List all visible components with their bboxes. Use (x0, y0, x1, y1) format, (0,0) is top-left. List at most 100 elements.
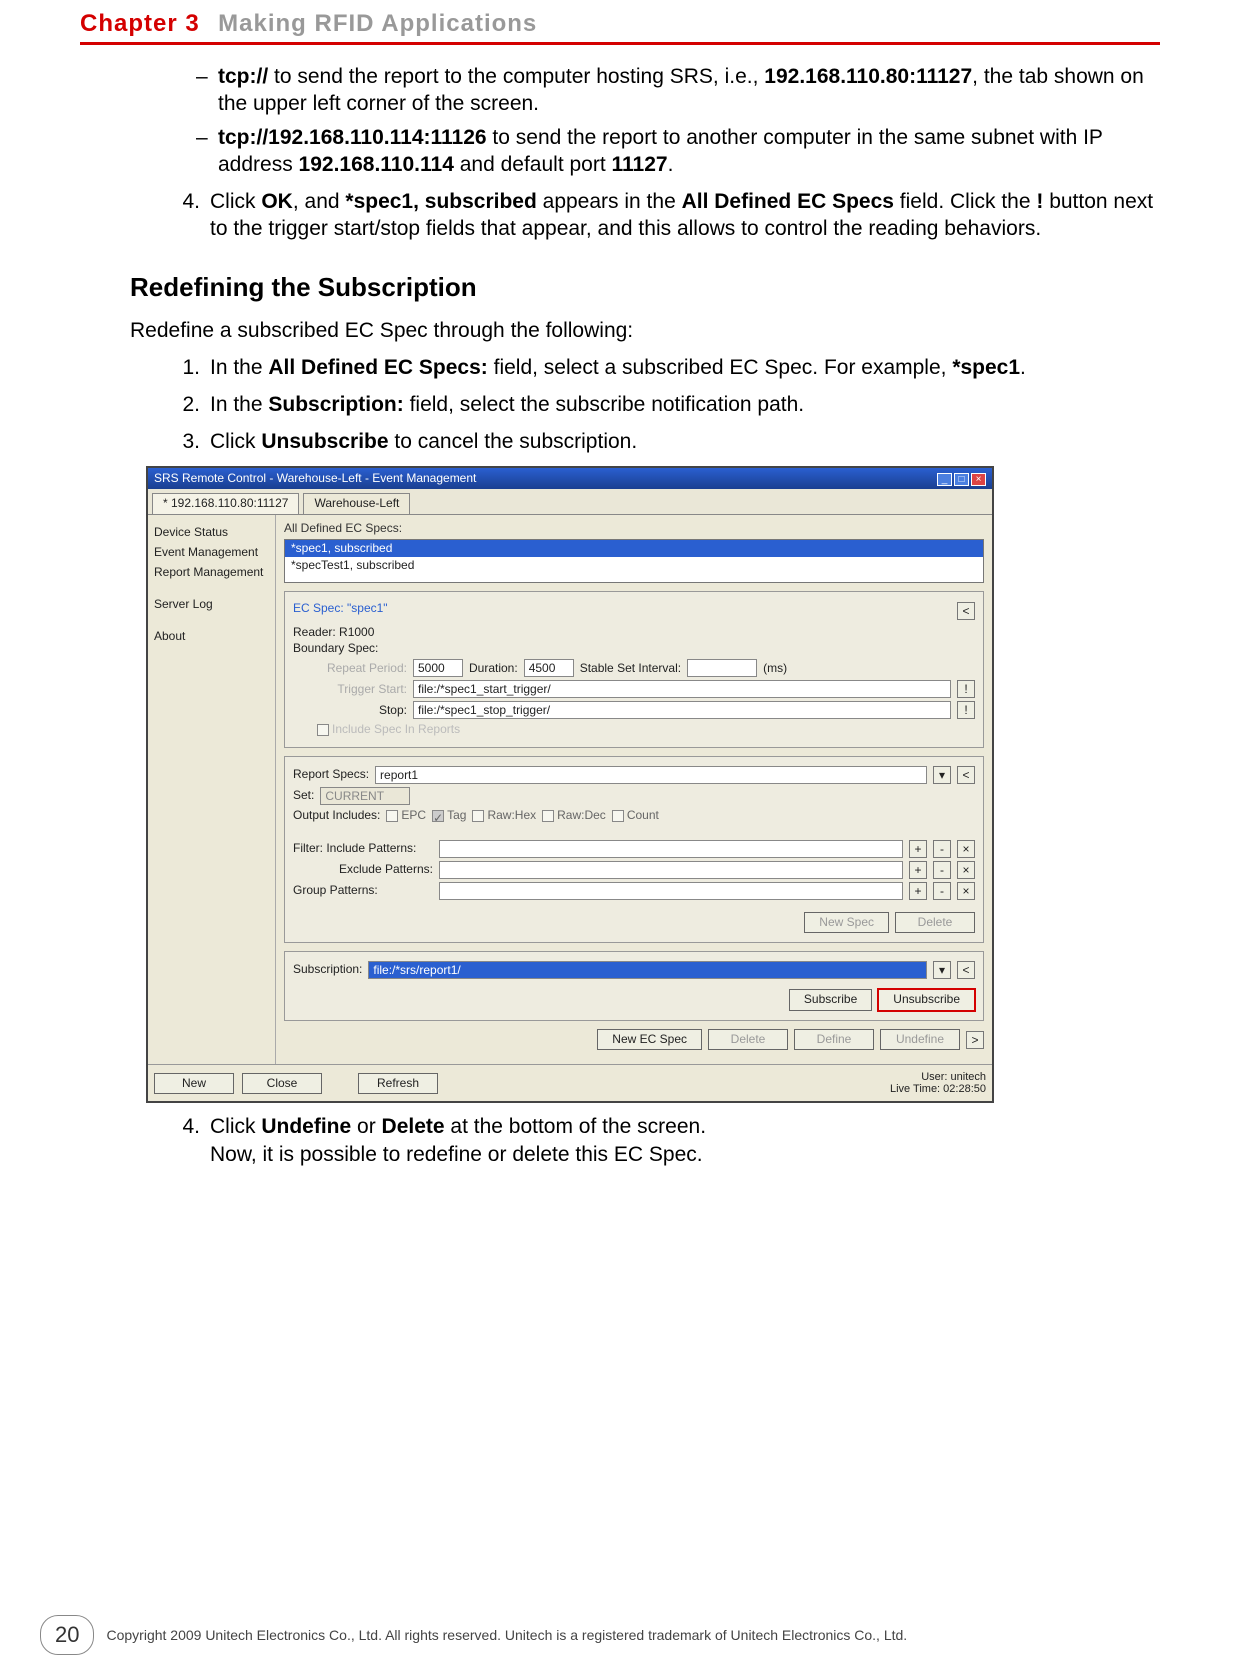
step-number: 1. (170, 354, 210, 381)
define-button[interactable]: Define (794, 1029, 874, 1051)
new-ec-spec-button[interactable]: New EC Spec (597, 1029, 702, 1051)
plus-icon[interactable]: + (909, 840, 927, 858)
close-icon[interactable]: × (957, 840, 975, 858)
subscription-label: Subscription: (293, 962, 362, 978)
trigger-start-input[interactable]: file:/*spec1_start_trigger/ (413, 680, 951, 698)
stop-input[interactable]: file:/*spec1_stop_trigger/ (413, 701, 951, 719)
list-item: 4. Click Undefine or Delete at the botto… (170, 1113, 1160, 1168)
minus-icon[interactable]: - (933, 861, 951, 879)
screenshot: SRS Remote Control - Warehouse-Left - Ev… (146, 466, 994, 1104)
copyright: Copyright 2009 Unitech Electronics Co., … (106, 1627, 907, 1643)
delete-mini-button[interactable]: Delete (895, 912, 975, 934)
sidebar: Device Status Event Management Report Ma… (148, 515, 276, 1064)
chapter-header: Chapter 3 Making RFID Applications (80, 10, 1160, 45)
expand-icon[interactable]: > (966, 1031, 984, 1049)
filter-include-input[interactable] (439, 840, 903, 858)
window-buttons: _□× (935, 471, 986, 487)
text: tcp://192.168.110.114:11126 (218, 126, 487, 149)
text: or (351, 1115, 381, 1138)
trigger-start-action-icon[interactable]: ! (957, 680, 975, 698)
text: In the (210, 393, 268, 416)
close-button[interactable]: Close (242, 1073, 322, 1095)
group-patterns-input[interactable] (439, 882, 903, 900)
ms-label: (ms) (763, 661, 787, 677)
live-time-label: Live Time: 02:28:50 (890, 1083, 986, 1095)
titlebar: SRS Remote Control - Warehouse-Left - Ev… (148, 468, 992, 490)
list-item: 4. Click OK, and *spec1, subscribed appe… (170, 188, 1160, 243)
text: tcp:// (218, 65, 268, 88)
chk-epc[interactable]: EPC (386, 808, 426, 824)
step-number: 3. (170, 428, 210, 455)
text: 192.168.110.80:11127 (764, 65, 972, 88)
list-item: 3. Click Unsubscribe to cancel the subsc… (170, 428, 1160, 455)
text: Unsubscribe (261, 430, 388, 453)
section-heading: Redefining the Subscription (130, 271, 1160, 305)
close-icon[interactable]: × (957, 882, 975, 900)
stable-input[interactable] (687, 659, 757, 677)
all-defined-ec-specs-label: All Defined EC Specs: (284, 521, 984, 537)
sidebar-item-device-status[interactable]: Device Status (154, 523, 269, 541)
list-row-selected[interactable]: *spec1, subscribed (285, 540, 983, 558)
text: *spec1, subscribed (345, 190, 536, 213)
list-item: 1. In the All Defined EC Specs: field, s… (170, 354, 1160, 381)
group-patterns-label: Group Patterns: (293, 883, 433, 899)
text: In the (210, 356, 268, 379)
chevron-down-icon[interactable]: ▾ (933, 961, 951, 979)
collapse-icon[interactable]: < (957, 961, 975, 979)
tab-connection[interactable]: * 192.168.110.80:11127 (152, 493, 299, 514)
new-spec-button[interactable]: New Spec (804, 912, 889, 934)
reader-label: Reader: R1000 (293, 625, 975, 641)
refresh-button[interactable]: Refresh (358, 1073, 438, 1095)
stop-action-icon[interactable]: ! (957, 701, 975, 719)
chapter-title: Making RFID Applications (218, 10, 537, 37)
chk-rawhex-label: Raw:Hex (487, 808, 536, 824)
chk-rawdec[interactable]: Raw:Dec (542, 808, 606, 824)
collapse-icon[interactable]: < (957, 766, 975, 784)
chapter-number: Chapter 3 (80, 10, 200, 37)
filter-exclude-label: Exclude Patterns: (293, 862, 433, 878)
ec-specs-listbox[interactable]: *spec1, subscribed *specTest1, subscribe… (284, 539, 984, 583)
tab-warehouse[interactable]: Warehouse-Left (303, 493, 410, 514)
subscription-input[interactable]: file:/*srs/report1/ (368, 961, 927, 979)
new-button[interactable]: New (154, 1073, 234, 1095)
report-specs-panel: Report Specs: report1 ▾ < Set: CURRENT O… (284, 756, 984, 943)
sidebar-item-about[interactable]: About (154, 627, 269, 645)
subscribe-button[interactable]: Subscribe (789, 989, 872, 1011)
sidebar-item-server-log[interactable]: Server Log (154, 595, 269, 613)
filter-exclude-input[interactable] (439, 861, 903, 879)
chk-rawdec-label: Raw:Dec (557, 808, 606, 824)
duration-input[interactable]: 4500 (524, 659, 574, 677)
chk-tag[interactable]: ✓Tag (432, 808, 466, 824)
maximize-icon[interactable]: □ (954, 473, 969, 486)
include-spec-checkbox[interactable]: Include Spec In Reports (317, 722, 460, 738)
ec-spec-panel: EC Spec: "spec1" < Reader: R1000 Boundar… (284, 591, 984, 748)
chk-tag-label: Tag (447, 808, 466, 824)
text: . (1020, 356, 1026, 379)
delete-button[interactable]: Delete (708, 1029, 788, 1051)
list-row[interactable]: *specTest1, subscribed (285, 557, 983, 575)
chk-count[interactable]: Count (612, 808, 659, 824)
text: Undefine (261, 1115, 351, 1138)
unsubscribe-button[interactable]: Unsubscribe (878, 989, 975, 1011)
collapse-icon[interactable]: < (957, 602, 975, 620)
text: All Defined EC Specs (682, 190, 894, 213)
text: field, select a subscribed EC Spec. For … (488, 356, 953, 379)
report-specs-input[interactable]: report1 (375, 766, 927, 784)
boundary-label: Boundary Spec: (293, 641, 975, 657)
chevron-down-icon[interactable]: ▾ (933, 766, 951, 784)
minus-icon[interactable]: - (933, 840, 951, 858)
text: and default port (454, 153, 612, 176)
plus-icon[interactable]: + (909, 882, 927, 900)
close-icon[interactable]: × (957, 861, 975, 879)
chk-rawhex[interactable]: Raw:Hex (472, 808, 536, 824)
sidebar-item-report-management[interactable]: Report Management (154, 563, 269, 581)
page-number: 20 (40, 1615, 94, 1655)
minimize-icon[interactable]: _ (937, 473, 952, 486)
step-number: 4. (170, 188, 210, 243)
undefine-button[interactable]: Undefine (880, 1029, 960, 1051)
sidebar-item-event-management[interactable]: Event Management (154, 543, 269, 561)
minus-icon[interactable]: - (933, 882, 951, 900)
close-icon[interactable]: × (971, 473, 986, 486)
plus-icon[interactable]: + (909, 861, 927, 879)
repeat-period-input[interactable]: 5000 (413, 659, 463, 677)
